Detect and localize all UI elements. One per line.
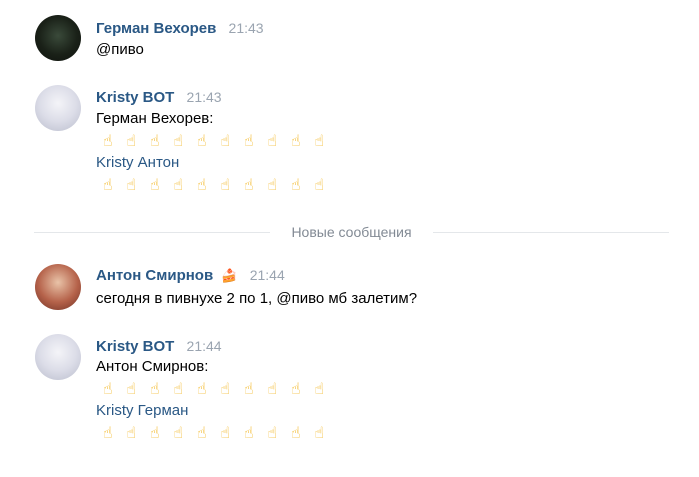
avatar[interactable]: [35, 264, 81, 310]
message-text: сегодня в пивнухе 2 по 1, @пиво мб залет…: [96, 290, 418, 307]
message: Антон Смирнов 🍰 21:44 сегодня в пивнухе …: [0, 264, 699, 314]
pointing-finger-icon: ☝: [314, 175, 325, 194]
avatar[interactable]: [35, 85, 81, 131]
emoji-row: ☝ ☝ ☝ ☝ ☝ ☝ ☝ ☝ ☝ ☝: [96, 130, 331, 152]
cake-icon: 🍰: [221, 268, 238, 283]
message-link-text[interactable]: Kristy Герман: [96, 400, 188, 422]
message-header: Kristy BOT 21:43: [96, 86, 222, 108]
message-header: Герман Вехорев 21:43: [96, 17, 264, 39]
pointing-finger-icon: ☝: [243, 423, 254, 442]
pointing-finger-icon: ☝: [196, 423, 207, 442]
message-time[interactable]: 21:44: [187, 338, 222, 354]
pointing-finger-icon: ☝: [196, 175, 207, 194]
pointing-finger-icon: ☝: [149, 175, 160, 194]
message-header: Kristy BOT 21:44: [96, 335, 222, 357]
pointing-finger-icon: ☝: [290, 131, 301, 150]
pointing-finger-icon: ☝: [126, 131, 137, 150]
emoji-row: ☝ ☝ ☝ ☝ ☝ ☝ ☝ ☝ ☝ ☝: [96, 378, 331, 400]
pointing-finger-icon: ☝: [290, 379, 301, 398]
pointing-finger-icon: ☝: [267, 423, 278, 442]
message-text: @пиво: [96, 41, 144, 58]
pointing-finger-icon: ☝: [196, 131, 207, 150]
pointing-finger-icon: ☝: [314, 379, 325, 398]
pointing-finger-icon: ☝: [102, 175, 113, 194]
pointing-finger-icon: ☝: [102, 423, 113, 442]
message: Kristy BOT 21:43 Герман Вехорев: ☝ ☝ ☝ ☝ ☝ ☝ ☝…: [0, 85, 699, 200]
divider-label: Новые сообщения: [291, 224, 412, 240]
message-header: Антон Смирнов 🍰 21:44: [96, 264, 285, 286]
pointing-finger-icon: ☝: [173, 379, 184, 398]
pointing-finger-icon: ☝: [173, 175, 184, 194]
emoji-row: ☝ ☝ ☝ ☝ ☝ ☝ ☝ ☝ ☝ ☝: [96, 422, 331, 444]
pointing-finger-icon: ☝: [243, 131, 254, 150]
message: Kristy BOT 21:44 Антон Смирнов: ☝ ☝ ☝ ☝ ☝ ☝ ☝ ☝…: [0, 334, 699, 449]
pointing-finger-icon: ☝: [220, 423, 231, 442]
emoji-row: ☝ ☝ ☝ ☝ ☝ ☝ ☝ ☝ ☝ ☝: [96, 174, 331, 196]
message: Герман Вехорев 21:43 @пиво: [0, 15, 699, 65]
pointing-finger-icon: ☝: [149, 131, 160, 150]
pointing-finger-icon: ☝: [314, 423, 325, 442]
message-link-text[interactable]: Kristy Антон: [96, 152, 179, 174]
new-messages-divider: Новые сообщения: [34, 222, 669, 242]
pointing-finger-icon: ☝: [314, 131, 325, 150]
message-text: Герман Вехорев:: [96, 110, 214, 127]
pointing-finger-icon: ☝: [102, 131, 113, 150]
pointing-finger-icon: ☝: [267, 175, 278, 194]
pointing-finger-icon: ☝: [126, 379, 137, 398]
pointing-finger-icon: ☝: [173, 423, 184, 442]
pointing-finger-icon: ☝: [290, 423, 301, 442]
message-time[interactable]: 21:44: [250, 267, 285, 283]
pointing-finger-icon: ☝: [267, 131, 278, 150]
pointing-finger-icon: ☝: [220, 175, 231, 194]
author-name[interactable]: Антон Смирнов: [96, 267, 213, 284]
pointing-finger-icon: ☝: [173, 131, 184, 150]
pointing-finger-icon: ☝: [243, 379, 254, 398]
pointing-finger-icon: ☝: [149, 423, 160, 442]
author-name[interactable]: Kristy BOT: [96, 338, 174, 355]
message-time[interactable]: 21:43: [187, 89, 222, 105]
divider-rule: [34, 232, 270, 233]
pointing-finger-icon: ☝: [220, 379, 231, 398]
avatar[interactable]: [35, 15, 81, 61]
pointing-finger-icon: ☝: [290, 175, 301, 194]
pointing-finger-icon: ☝: [126, 175, 137, 194]
pointing-finger-icon: ☝: [102, 379, 113, 398]
pointing-finger-icon: ☝: [126, 423, 137, 442]
pointing-finger-icon: ☝: [220, 131, 231, 150]
message-time[interactable]: 21:43: [229, 20, 264, 36]
pointing-finger-icon: ☝: [243, 175, 254, 194]
pointing-finger-icon: ☝: [267, 379, 278, 398]
pointing-finger-icon: ☝: [196, 379, 207, 398]
divider-rule: [433, 232, 669, 233]
author-name[interactable]: Kristy BOT: [96, 89, 174, 106]
message-text: Антон Смирнов:: [96, 358, 209, 375]
avatar[interactable]: [35, 334, 81, 380]
author-name[interactable]: Герман Вехорев: [96, 20, 216, 37]
pointing-finger-icon: ☝: [149, 379, 160, 398]
